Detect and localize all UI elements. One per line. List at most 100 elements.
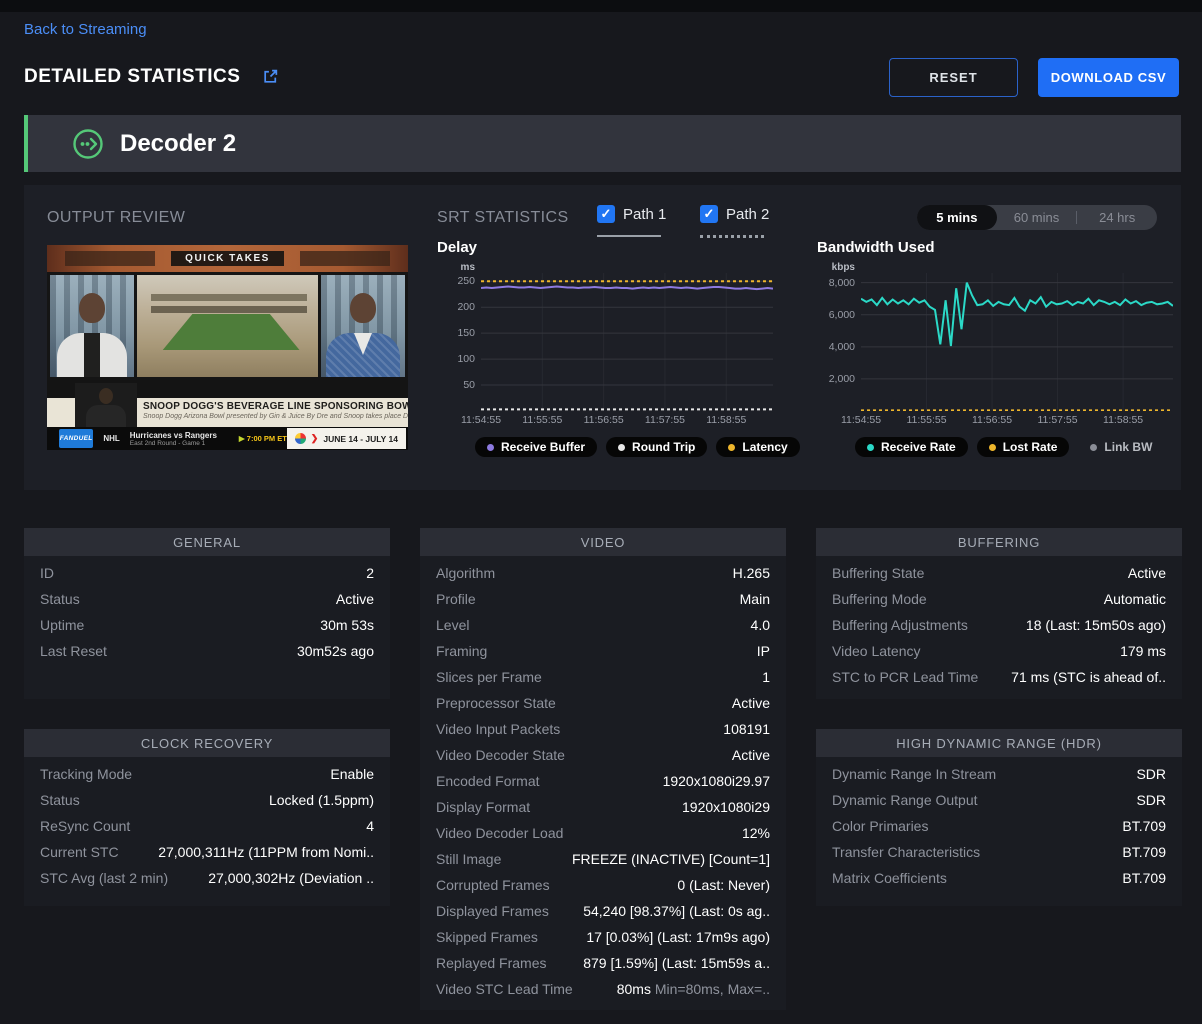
stat-label: Dynamic Range Output (832, 792, 978, 808)
back-to-streaming-link[interactable]: Back to Streaming (24, 21, 147, 38)
stat-value-muted: Min=80ms, Max=.. (651, 981, 770, 997)
video-panel-title: VIDEO (420, 528, 786, 556)
legend-label: Lost Rate (1003, 440, 1058, 454)
buffering-panel-title: BUFFERING (816, 528, 1182, 556)
stat-row: STC Avg (last 2 min) 27,000,302Hz (Deviat… (40, 870, 374, 896)
stat-value: 108191 (723, 721, 770, 737)
delay-y-axis: 50100150200250 (437, 273, 481, 411)
stat-value: 27,000,302Hz (Deviation .. (208, 870, 374, 886)
y-axis-tick: 150 (457, 327, 475, 339)
tv-subheadline: Snoop Dogg Arizona Bowl presented by Gin… (143, 413, 408, 420)
stat-row: ProfileMain (436, 591, 770, 617)
stat-value: 1920x1080i29 (682, 799, 770, 815)
path-2-checkbox[interactable]: ✓ Path 2 (700, 205, 769, 223)
stat-label: Buffering State (832, 565, 924, 581)
stat-label: STC Avg (last 2 min) (40, 870, 168, 886)
stat-label: Level (436, 617, 469, 633)
stat-row: Buffering ModeAutomatic (832, 591, 1166, 617)
path-1-label: Path 1 (623, 206, 666, 223)
legend-item[interactable]: Receive Rate (855, 437, 968, 457)
legend-item[interactable]: Latency (716, 437, 799, 457)
x-axis-tick: 11:54:55 (841, 414, 881, 426)
stat-value: Active (336, 591, 374, 607)
stat-value: 179 ms (1120, 643, 1166, 659)
y-axis-tick: 8,000 (829, 277, 855, 289)
y-axis-tick: 250 (457, 275, 475, 287)
stat-label: Video Input Packets (436, 721, 560, 737)
stat-row: Preprocessor StateActive (436, 695, 770, 721)
stat-value: 54,240 [98.37%] (Last: 0s ag.. (583, 903, 770, 919)
stat-row: Corrupted Frames0 (Last: Never) (436, 877, 770, 903)
video-preview[interactable]: QUICK TAKES SNOOP DOGG'S BEVERAGE LINE S… (47, 245, 408, 450)
stat-label: Corrupted Frames (436, 877, 550, 893)
clock-recovery-panel: CLOCK RECOVERY Tracking ModeEnableStatus… (24, 729, 390, 906)
delay-chart-title: Delay (437, 239, 809, 256)
stat-row: StatusLocked (1.5ppm) (40, 792, 374, 818)
stat-row: Dynamic Range In Stream SDR (832, 766, 1166, 792)
tv-cam-left (50, 275, 134, 377)
delay-plot-area (481, 273, 773, 411)
tv-cam-right (321, 275, 405, 377)
stat-label: ReSync Count (40, 818, 130, 834)
tv-panels (47, 272, 408, 380)
legend-label: Receive Buffer (501, 440, 585, 454)
stat-label: Profile (436, 591, 476, 607)
stat-label: Video Latency (832, 643, 920, 659)
stat-value: SDR (1136, 766, 1166, 782)
stat-value: BT.709 (1122, 844, 1166, 860)
person-jacket (57, 333, 127, 377)
reset-button[interactable]: RESET (889, 58, 1018, 97)
checkbox-checked-icon: ✓ (700, 205, 718, 223)
path-1-checkbox[interactable]: ✓ Path 1 (597, 205, 666, 223)
video-panel: VIDEO AlgorithmH.265ProfileMainLevel4.0F… (420, 528, 786, 1010)
stat-row: Slices per Frame1 (436, 669, 770, 695)
tournament-logo-icon (295, 433, 306, 444)
stat-row: Buffering StateActive (832, 565, 1166, 591)
stat-label: Algorithm (436, 565, 495, 581)
stat-label: Still Image (436, 851, 501, 867)
ticker-detail: East 2nd Round - Game 1 (130, 440, 217, 447)
stat-row: Video Input Packets 108191 (436, 721, 770, 747)
tv-headline: SNOOP DOGG'S BEVERAGE LINE SPONSORING BO… (143, 401, 408, 412)
range-option-60mins[interactable]: 60 mins (997, 205, 1077, 230)
stat-row: Still ImageFREEZE (INACTIVE) [Count=1] (436, 851, 770, 877)
stat-value: 71 ms (STC is ahead of.. (1011, 669, 1166, 685)
stat-row: Display Format 1920x1080i29 (436, 799, 770, 825)
range-option-24hrs[interactable]: 24 hrs (1077, 205, 1157, 230)
ticker-time: 7:00 PM ET (239, 434, 287, 443)
x-axis-tick: 11:57:55 (1038, 414, 1078, 426)
x-axis-tick: 11:55:55 (906, 414, 946, 426)
x-axis-tick: 11:58:55 (706, 414, 746, 426)
stat-value: 879 [1.59%] (Last: 15m59s a.. (583, 955, 770, 971)
stat-row: Video Decoder Load12% (436, 825, 770, 851)
page: Back to Streaming DETAILED STATISTICS RE… (0, 0, 1202, 1024)
legend-item[interactable]: Receive Buffer (475, 437, 597, 457)
stat-row: Color PrimariesBT.709 (832, 818, 1166, 844)
stat-value: 1 (762, 669, 770, 685)
bandwidth-plot-area (861, 273, 1173, 411)
legend-item[interactable]: Round Trip (606, 437, 707, 457)
stat-label: Transfer Characteristics (832, 844, 980, 860)
download-csv-button[interactable]: DOWNLOAD CSV (1038, 58, 1179, 97)
stat-row: Dynamic Range OutputSDR (832, 792, 1166, 818)
stat-label: Dynamic Range In Stream (832, 766, 996, 782)
stat-label: Display Format (436, 799, 530, 815)
stat-row: Last Reset30m52s ago (40, 643, 374, 669)
stat-label: Replayed Frames (436, 955, 547, 971)
stat-label: Buffering Adjustments (832, 617, 968, 633)
legend-item[interactable]: Link BW (1078, 437, 1164, 457)
stat-label: Current STC (40, 844, 119, 860)
decoder-icon (72, 128, 104, 160)
stat-value: 4 (366, 818, 374, 834)
legend-item[interactable]: Lost Rate (977, 437, 1070, 457)
ticker-promo: ❯ JUNE 14 - JULY 14 (287, 428, 406, 449)
range-option-5mins[interactable]: 5 mins (917, 205, 997, 230)
stat-label: Video Decoder State (436, 747, 565, 763)
ticker-matchup: Hurricanes vs Rangers (130, 431, 217, 440)
chevron-right-icon: ❯ (311, 433, 319, 444)
tv-ticker: FANDUEL NHL Hurricanes vs Rangers East 2… (47, 427, 408, 450)
stat-value: Active (732, 747, 770, 763)
external-link-icon[interactable] (262, 68, 279, 90)
top-strip (0, 0, 1202, 12)
stat-label: Preprocessor State (436, 695, 556, 711)
